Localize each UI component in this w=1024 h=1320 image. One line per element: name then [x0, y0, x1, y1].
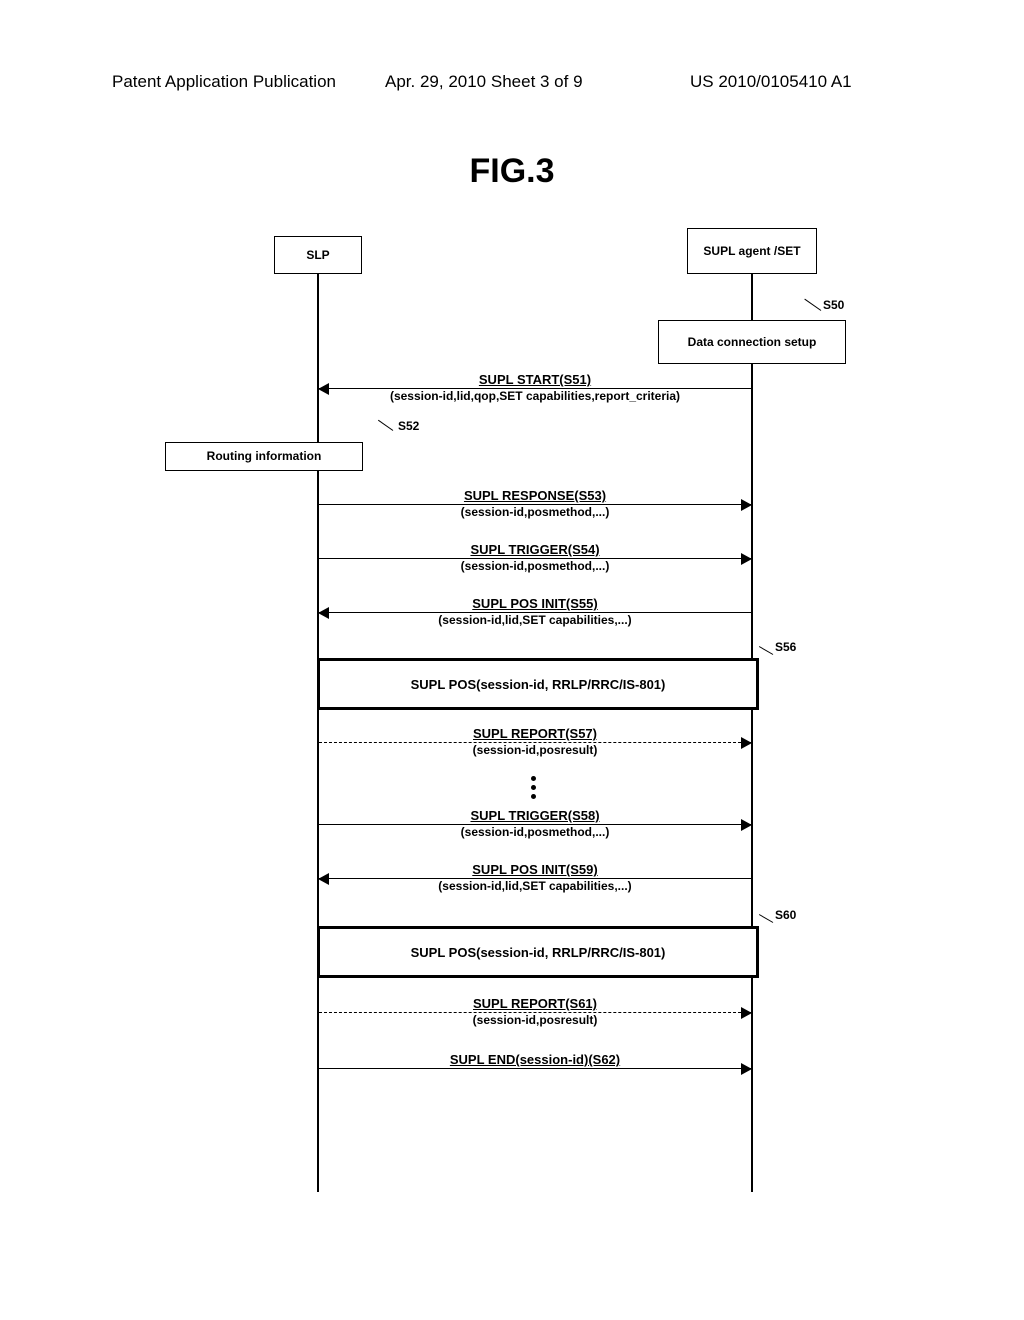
- header-right: US 2010/0105410 A1: [690, 72, 852, 92]
- continuation-dots: [531, 772, 537, 803]
- arrow-s57: [319, 742, 751, 743]
- arrow-s59: [319, 878, 751, 879]
- msg-s61-title: SUPL REPORT(S61): [319, 996, 751, 1011]
- actor-slp: SLP: [274, 236, 362, 274]
- tag-s56: S56: [775, 640, 796, 654]
- leader-s52: [378, 420, 393, 431]
- msg-s54-params: (session-id,posmethod,...): [319, 559, 751, 573]
- actor-set: SUPL agent /SET: [687, 228, 817, 274]
- supl-pos-box-56: SUPL POS(session-id, RRLP/RRC/IS-801): [317, 658, 759, 710]
- msg-s62: SUPL END(session-id)(S62): [319, 1052, 751, 1067]
- supl-pos-box-60: SUPL POS(session-id, RRLP/RRC/IS-801): [317, 926, 759, 978]
- tag-s60: S60: [775, 908, 796, 922]
- msg-s55-params: (session-id,lid,SET capabilities,...): [319, 613, 751, 627]
- msg-s53-params: (session-id,posmethod,...): [319, 505, 751, 519]
- tag-s50: S50: [823, 298, 844, 312]
- msg-s53-title: SUPL RESPONSE(S53): [319, 488, 751, 503]
- sequence-diagram: SLP SUPL agent /SET S50 Data connection …: [175, 216, 875, 1216]
- data-connection-box: Data connection setup: [658, 320, 846, 364]
- arrow-s53: [319, 504, 751, 505]
- msg-s57-title: SUPL REPORT(S57): [319, 726, 751, 741]
- leader-s60: [759, 914, 773, 923]
- page-root: Patent Application Publication Apr. 29, …: [0, 0, 1024, 1320]
- arrow-s61: [319, 1012, 751, 1013]
- msg-s59-title: SUPL POS INIT(S59): [319, 862, 751, 877]
- msg-s55-title: SUPL POS INIT(S55): [319, 596, 751, 611]
- msg-s61-params: (session-id,posresult): [319, 1013, 751, 1027]
- header-left: Patent Application Publication: [112, 72, 336, 92]
- msg-s58-title: SUPL TRIGGER(S58): [319, 808, 751, 823]
- msg-s54-title: SUPL TRIGGER(S54): [319, 542, 751, 557]
- msg-s51-title: SUPL START(S51): [319, 372, 751, 387]
- tag-s52: S52: [398, 419, 419, 433]
- msg-s59-params: (session-id,lid,SET capabilities,...): [319, 879, 751, 893]
- routing-info-box: Routing information: [165, 442, 363, 471]
- leader-s56: [759, 646, 773, 655]
- msg-s62-title: SUPL END(session-id)(S62): [319, 1052, 751, 1067]
- msg-s57-params: (session-id,posresult): [319, 743, 751, 757]
- header-mid: Apr. 29, 2010 Sheet 3 of 9: [385, 72, 583, 92]
- msg-s51-params: (session-id,lid,qop,SET capabilities,rep…: [319, 389, 751, 403]
- arrow-s55: [319, 612, 751, 613]
- arrow-s58: [319, 824, 751, 825]
- lifeline-set: [751, 272, 753, 1192]
- arrow-s51: [319, 388, 751, 389]
- arrow-s54: [319, 558, 751, 559]
- msg-s58-params: (session-id,posmethod,...): [319, 825, 751, 839]
- arrow-s62: [319, 1068, 751, 1069]
- figure-title: FIG.3: [0, 152, 1024, 191]
- leader-s50: [804, 299, 821, 311]
